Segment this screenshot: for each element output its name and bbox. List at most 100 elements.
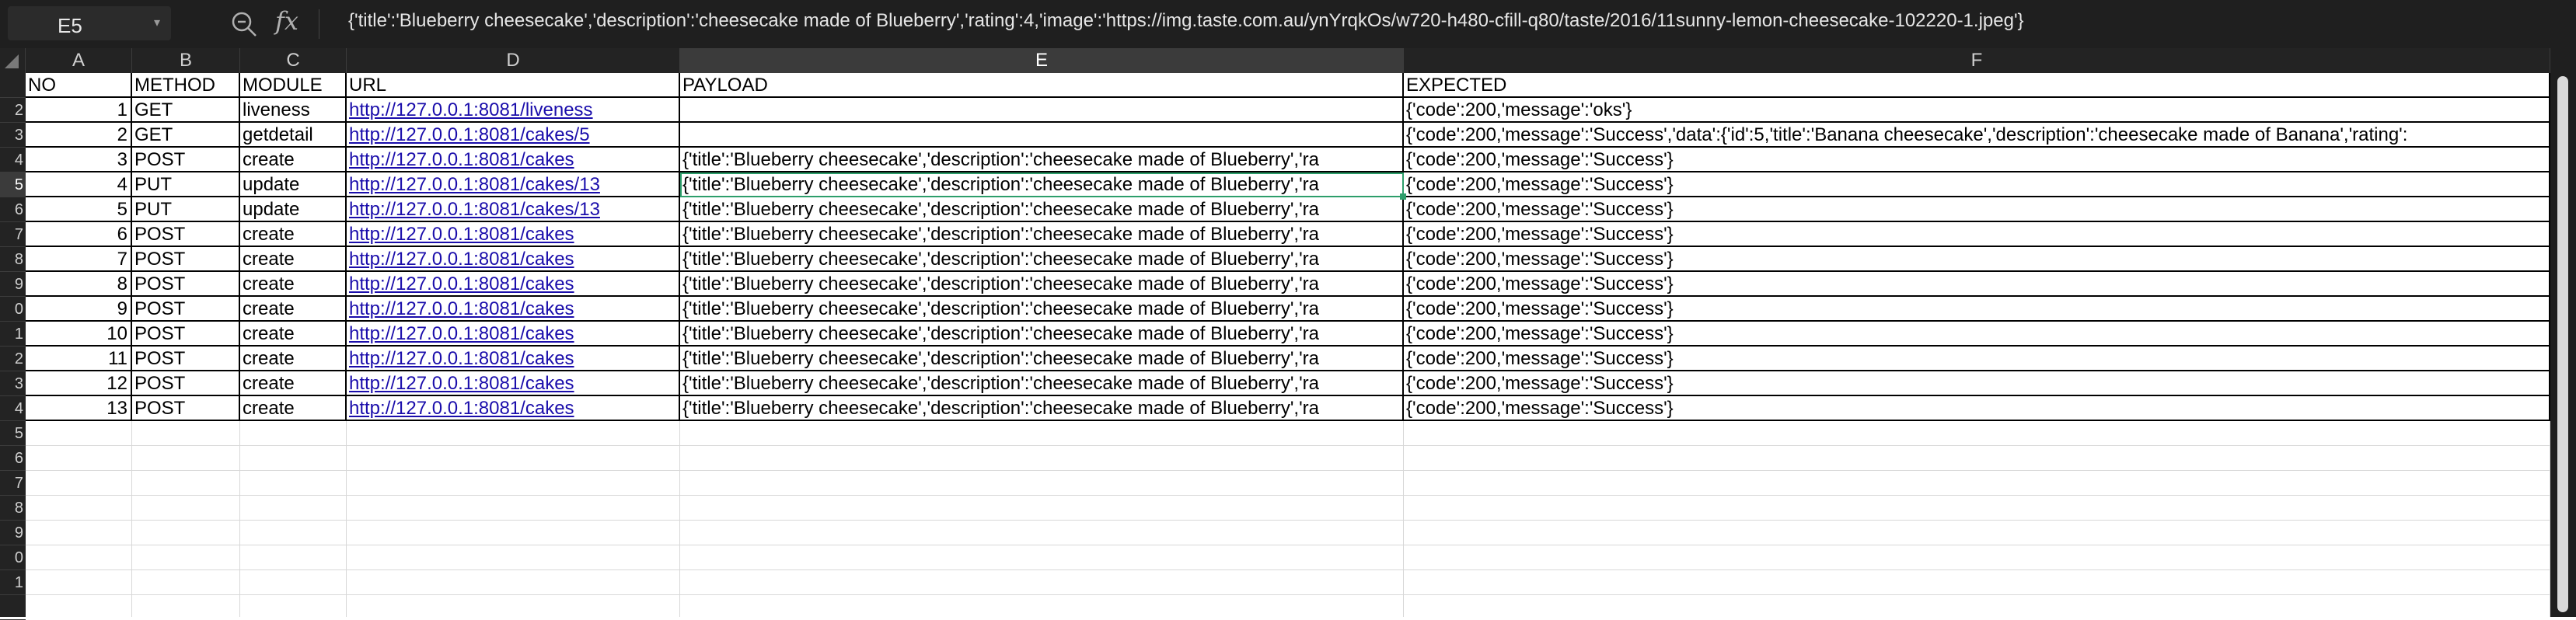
- cell-no[interactable]: 5: [26, 197, 132, 222]
- zoom-icon[interactable]: [230, 10, 258, 38]
- header-cell-payload[interactable]: PAYLOAD: [680, 73, 1404, 98]
- empty-cell[interactable]: [240, 521, 347, 545]
- cell-module[interactable]: create: [240, 247, 347, 272]
- cell-no[interactable]: 9: [26, 297, 132, 322]
- cell-no[interactable]: 10: [26, 322, 132, 347]
- cell-no[interactable]: 7: [26, 247, 132, 272]
- cell-payload[interactable]: [680, 98, 1404, 123]
- cell-no[interactable]: 3: [26, 148, 132, 172]
- empty-cell[interactable]: [26, 496, 132, 521]
- row-header-19[interactable]: 9: [0, 521, 26, 545]
- cell-module[interactable]: update: [240, 197, 347, 222]
- cell-method[interactable]: POST: [132, 396, 240, 421]
- formula-input[interactable]: {'title':'Blueberry cheesecake','descrip…: [348, 10, 2024, 32]
- cell-expected[interactable]: {'code':200,'message':'Success','data':{…: [1404, 123, 2550, 148]
- cell-module[interactable]: create: [240, 347, 347, 371]
- cell-no[interactable]: 6: [26, 222, 132, 247]
- cell-module[interactable]: create: [240, 297, 347, 322]
- row-header-2[interactable]: 2: [0, 98, 26, 123]
- column-header-f[interactable]: F: [1404, 48, 2550, 73]
- empty-cell[interactable]: [132, 446, 240, 471]
- cell-expected[interactable]: {'code':200,'message':'Success'}: [1404, 172, 2550, 197]
- column-header-a[interactable]: A: [26, 48, 132, 73]
- scrollbar-thumb[interactable]: [2557, 76, 2568, 612]
- empty-cell[interactable]: [1404, 595, 2550, 617]
- vertical-scrollbar[interactable]: [2550, 48, 2576, 617]
- cell-method[interactable]: POST: [132, 297, 240, 322]
- empty-cell[interactable]: [26, 570, 132, 595]
- cell-url[interactable]: http://127.0.0.1:8081/cakes/13: [347, 197, 680, 222]
- cell-module[interactable]: create: [240, 396, 347, 421]
- empty-cell[interactable]: [680, 421, 1404, 446]
- cell-no[interactable]: 4: [26, 172, 132, 197]
- empty-cell[interactable]: [1404, 471, 2550, 496]
- cell-expected[interactable]: {'code':200,'message':'Success'}: [1404, 396, 2550, 421]
- cell-method[interactable]: POST: [132, 222, 240, 247]
- cell-no[interactable]: 12: [26, 371, 132, 396]
- cell-module[interactable]: create: [240, 371, 347, 396]
- cell-method[interactable]: PUT: [132, 172, 240, 197]
- cell-url[interactable]: http://127.0.0.1:8081/cakes: [347, 222, 680, 247]
- cell-no[interactable]: 13: [26, 396, 132, 421]
- row-header-14[interactable]: 4: [0, 396, 26, 421]
- cell-url[interactable]: http://127.0.0.1:8081/cakes/13: [347, 172, 680, 197]
- cell-module[interactable]: create: [240, 322, 347, 347]
- cell-method[interactable]: GET: [132, 98, 240, 123]
- cell-payload[interactable]: {'title':'Blueberry cheesecake','descrip…: [680, 222, 1404, 247]
- cell-method[interactable]: POST: [132, 272, 240, 297]
- empty-cell[interactable]: [26, 545, 132, 570]
- cell-expected[interactable]: {'code':200,'message':'Success'}: [1404, 197, 2550, 222]
- empty-cell[interactable]: [132, 496, 240, 521]
- row-header-6[interactable]: 6: [0, 197, 26, 222]
- empty-cell[interactable]: [347, 545, 680, 570]
- cell-payload[interactable]: {'title':'Blueberry cheesecake','descrip…: [680, 297, 1404, 322]
- cell-expected[interactable]: {'code':200,'message':'Success'}: [1404, 247, 2550, 272]
- cell-module[interactable]: create: [240, 222, 347, 247]
- empty-cell[interactable]: [240, 496, 347, 521]
- cell-expected[interactable]: {'code':200,'message':'Success'}: [1404, 322, 2550, 347]
- cell-module[interactable]: liveness: [240, 98, 347, 123]
- cell-payload[interactable]: {'title':'Blueberry cheesecake','descrip…: [680, 197, 1404, 222]
- cell-expected[interactable]: {'code':200,'message':'oks'}: [1404, 98, 2550, 123]
- empty-cell[interactable]: [240, 595, 347, 617]
- empty-cell[interactable]: [132, 570, 240, 595]
- cell-no[interactable]: 11: [26, 347, 132, 371]
- cell-method[interactable]: POST: [132, 247, 240, 272]
- cell-url[interactable]: http://127.0.0.1:8081/cakes: [347, 347, 680, 371]
- cell-method[interactable]: POST: [132, 371, 240, 396]
- row-header-9[interactable]: 9: [0, 272, 26, 297]
- empty-cell[interactable]: [26, 421, 132, 446]
- empty-cell[interactable]: [132, 545, 240, 570]
- empty-cell[interactable]: [26, 595, 132, 617]
- cell-expected[interactable]: {'code':200,'message':'Success'}: [1404, 272, 2550, 297]
- empty-cell[interactable]: [240, 446, 347, 471]
- row-header-22[interactable]: [0, 595, 26, 620]
- empty-cell[interactable]: [132, 521, 240, 545]
- empty-cell[interactable]: [240, 570, 347, 595]
- cell-url[interactable]: http://127.0.0.1:8081/cakes/5: [347, 123, 680, 148]
- cell-no[interactable]: 8: [26, 272, 132, 297]
- cell-payload[interactable]: {'title':'Blueberry cheesecake','descrip…: [680, 322, 1404, 347]
- row-header-5[interactable]: 5: [0, 172, 26, 197]
- empty-cell[interactable]: [680, 570, 1404, 595]
- cell-expected[interactable]: {'code':200,'message':'Success'}: [1404, 148, 2550, 172]
- cell-payload[interactable]: {'title':'Blueberry cheesecake','descrip…: [680, 347, 1404, 371]
- empty-cell[interactable]: [1404, 446, 2550, 471]
- cell-url[interactable]: http://127.0.0.1:8081/cakes: [347, 272, 680, 297]
- cell-payload[interactable]: [680, 123, 1404, 148]
- column-header-d[interactable]: D: [347, 48, 680, 73]
- row-header-15[interactable]: 5: [0, 421, 26, 446]
- row-header-1[interactable]: [0, 73, 26, 98]
- cell-method[interactable]: PUT: [132, 197, 240, 222]
- empty-cell[interactable]: [26, 521, 132, 545]
- cell-expected[interactable]: {'code':200,'message':'Success'}: [1404, 222, 2550, 247]
- row-header-4[interactable]: 4: [0, 148, 26, 172]
- cell-method[interactable]: POST: [132, 322, 240, 347]
- row-header-11[interactable]: 1: [0, 322, 26, 347]
- empty-cell[interactable]: [1404, 545, 2550, 570]
- cell-expected[interactable]: {'code':200,'message':'Success'}: [1404, 371, 2550, 396]
- name-box[interactable]: E5 ▾: [8, 6, 171, 40]
- empty-cell[interactable]: [347, 595, 680, 617]
- cell-payload[interactable]: {'title':'Blueberry cheesecake','descrip…: [680, 247, 1404, 272]
- cell-module[interactable]: create: [240, 148, 347, 172]
